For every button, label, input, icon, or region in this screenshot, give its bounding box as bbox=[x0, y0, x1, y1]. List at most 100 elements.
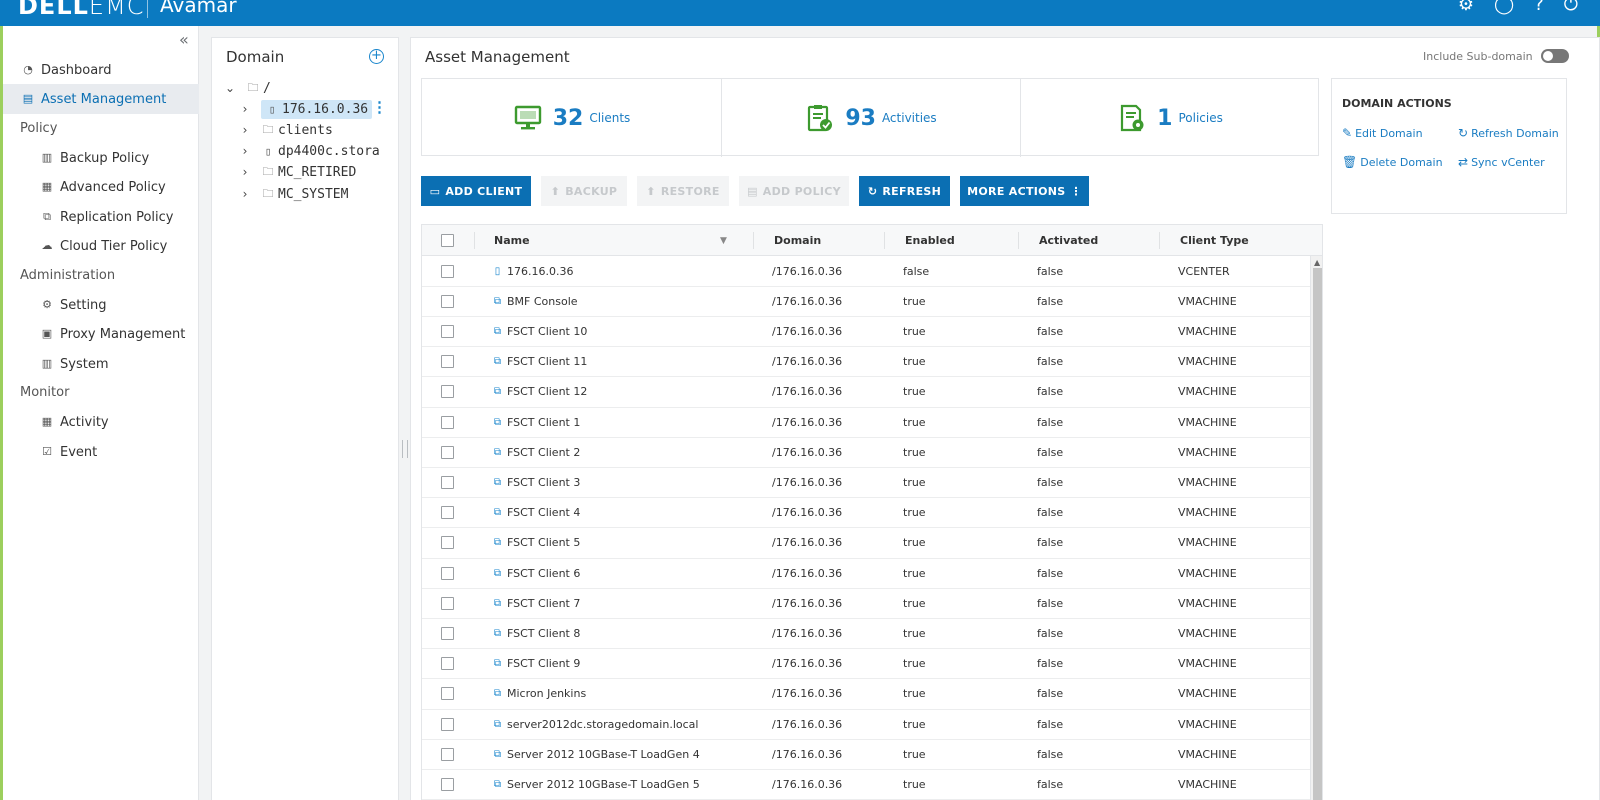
row-checkbox[interactable] bbox=[441, 687, 454, 701]
cell-name-text[interactable]: FSCT Client 4 bbox=[507, 506, 580, 519]
row-checkbox[interactable] bbox=[441, 385, 454, 399]
nav-item-asset-management[interactable]: ▤ Asset Management bbox=[3, 84, 199, 114]
filter-icon[interactable]: ▼ bbox=[720, 236, 727, 246]
edit-domain-link[interactable]: ✎ Edit Domain bbox=[1342, 126, 1423, 140]
table-row[interactable]: ⧉ FSCT Client 7/176.16.0.36 true false VMACH… bbox=[422, 588, 1310, 619]
row-checkbox[interactable] bbox=[441, 747, 454, 761]
row-checkbox[interactable] bbox=[441, 475, 454, 489]
gear-icon[interactable]: ⚙ bbox=[1458, 0, 1474, 15]
cell-name-text[interactable]: BMF Console bbox=[507, 295, 578, 308]
nav-item-system[interactable]: ▥ System bbox=[3, 349, 199, 379]
column-header-enabled[interactable]: Enabled bbox=[905, 225, 955, 256]
row-checkbox[interactable] bbox=[441, 657, 454, 671]
refresh-domain-link[interactable]: ↻ Refresh Domain bbox=[1458, 126, 1559, 140]
column-header-name[interactable]: Name bbox=[494, 225, 530, 256]
nav-item-proxy-management[interactable]: ▣ Proxy Management bbox=[3, 319, 199, 349]
nav-item-cloud-tier-policy[interactable]: ☁ Cloud Tier Policy bbox=[3, 231, 199, 261]
table-row[interactable]: ⧉ BMF Console/176.16.0.36 true false VMACHIN… bbox=[422, 286, 1310, 317]
add-client-button[interactable]: ▭ ADD CLIENT bbox=[421, 176, 531, 206]
nav-item-setting[interactable]: ⚙ Setting bbox=[3, 290, 199, 320]
cell-name-text[interactable]: FSCT Client 7 bbox=[507, 597, 580, 610]
row-checkbox[interactable] bbox=[441, 717, 454, 731]
sync-vcenter-link[interactable]: ⇄ Sync vCenter bbox=[1458, 155, 1545, 169]
refresh-button[interactable]: ↻ REFRESH bbox=[859, 176, 950, 206]
cell-name-text[interactable]: FSCT Client 3 bbox=[507, 476, 580, 489]
cell-name-text[interactable]: 176.16.0.36 bbox=[507, 265, 573, 278]
scroll-up-arrow-icon[interactable]: ▲ bbox=[1314, 258, 1320, 267]
power-icon[interactable]: ⏻ bbox=[1564, 0, 1578, 15]
add-policy-button[interactable]: ▤ ADD POLICY bbox=[739, 176, 849, 206]
table-row[interactable]: ⧉ Server 2012 10GBase-T LoadGen 4/176.16.… bbox=[422, 739, 1310, 770]
table-row[interactable]: ⧉ Server 2012 10GBase-T LoadGen 5/176.16.… bbox=[422, 769, 1310, 800]
table-row[interactable]: ⧉ Micron Jenkins/176.16.0.36 true false VMAC… bbox=[422, 679, 1310, 710]
row-checkbox[interactable] bbox=[441, 355, 454, 369]
cell-name-text[interactable]: FSCT Client 11 bbox=[507, 355, 587, 368]
table-row[interactable]: ⧉ FSCT Client 1/176.16.0.36 true false VMACH… bbox=[422, 407, 1310, 438]
row-checkbox[interactable] bbox=[441, 324, 454, 338]
panel-resize-handle[interactable] bbox=[402, 440, 408, 458]
cell-name-text[interactable]: Server 2012 10GBase-T LoadGen 5 bbox=[507, 778, 700, 791]
tree-node-clients[interactable]: › 🗀 clients bbox=[238, 119, 333, 141]
nav-item-advanced-policy[interactable]: ▦ Advanced Policy bbox=[3, 172, 199, 202]
row-checkbox[interactable] bbox=[441, 777, 454, 791]
nav-item-activity[interactable]: ▦ Activity bbox=[3, 407, 199, 437]
row-checkbox[interactable] bbox=[441, 596, 454, 610]
row-checkbox[interactable] bbox=[441, 536, 454, 550]
stat-clients[interactable]: 32 Clients bbox=[422, 79, 721, 157]
delete-domain-link[interactable]: 🗑 Delete Domain bbox=[1342, 155, 1443, 169]
table-row[interactable]: ⧉ FSCT Client 6/176.16.0.36 true false VMACH… bbox=[422, 558, 1310, 589]
cell-name-text[interactable]: FSCT Client 9 bbox=[507, 657, 580, 670]
chevron-right-icon[interactable]: › bbox=[238, 165, 252, 179]
chevron-down-icon[interactable]: ⌄ bbox=[223, 81, 237, 95]
table-row[interactable]: ⧉ FSCT Client 12/176.16.0.36 true false VMAC… bbox=[422, 377, 1310, 408]
tree-node-selected-highlight[interactable]: ▯ 176.16.0.36 bbox=[261, 99, 373, 119]
stat-policies[interactable]: 1 Policies bbox=[1020, 79, 1319, 157]
row-checkbox[interactable] bbox=[441, 445, 454, 459]
include-subdomain-toggle[interactable] bbox=[1540, 49, 1569, 63]
nav-item-replication-policy[interactable]: ⧉ Replication Policy bbox=[3, 202, 199, 232]
row-checkbox[interactable] bbox=[441, 294, 454, 308]
stat-activities[interactable]: 93 Activities bbox=[721, 79, 1020, 157]
table-row[interactable]: ⧉ FSCT Client 5/176.16.0.36 true false VMACH… bbox=[422, 528, 1310, 559]
double-chevron-left-icon[interactable]: « bbox=[179, 30, 189, 49]
chevron-right-icon[interactable]: › bbox=[238, 102, 252, 116]
table-row[interactable]: ⧉ FSCT Client 11/176.16.0.36 true false VMAC… bbox=[422, 347, 1310, 378]
chevron-right-icon[interactable]: › bbox=[238, 187, 252, 201]
column-header-client-type[interactable]: Client Type bbox=[1180, 225, 1249, 256]
tree-node-dp4400c[interactable]: › ▯ dp4400c.stora bbox=[238, 140, 380, 162]
user-icon[interactable]: ◯ bbox=[1494, 0, 1514, 15]
column-header-domain[interactable]: Domain bbox=[774, 225, 821, 256]
column-header-activated[interactable]: Activated bbox=[1039, 225, 1098, 256]
table-row[interactable]: ⧉ server2012dc.storagedomain.local/176.16… bbox=[422, 709, 1310, 740]
tree-node-mc-retired[interactable]: › 🗀 MC_RETIRED bbox=[238, 161, 357, 183]
cell-name-text[interactable]: server2012dc.storagedomain.local bbox=[507, 718, 698, 731]
cell-name-text[interactable]: FSCT Client 6 bbox=[507, 567, 580, 580]
restore-button[interactable]: ⬆ RESTORE bbox=[637, 176, 729, 206]
nav-item-dashboard[interactable]: ◔ Dashboard bbox=[3, 55, 199, 85]
table-row[interactable]: ⧉ FSCT Client 8/176.16.0.36 true false VMACH… bbox=[422, 618, 1310, 650]
nav-item-event[interactable]: ☑ Event bbox=[3, 437, 199, 467]
cell-name-text[interactable]: FSCT Client 5 bbox=[507, 536, 580, 549]
tree-root[interactable]: ⌄ 🗀 / bbox=[223, 77, 271, 99]
cell-name-text[interactable]: FSCT Client 8 bbox=[507, 627, 580, 640]
table-row[interactable]: ⧉ FSCT Client 2/176.16.0.36 true false VMACH… bbox=[422, 437, 1310, 468]
row-checkbox[interactable] bbox=[441, 264, 454, 278]
tree-node-mc-system[interactable]: › 🗀 MC_SYSTEM bbox=[238, 183, 349, 205]
scrollbar-thumb[interactable] bbox=[1313, 268, 1322, 800]
select-all-checkbox[interactable] bbox=[441, 234, 454, 247]
kebab-menu-icon[interactable]: ⋮ bbox=[372, 98, 387, 116]
cell-name-text[interactable]: FSCT Client 1 bbox=[507, 416, 580, 429]
chevron-right-icon[interactable]: › bbox=[238, 123, 252, 137]
table-row[interactable]: ⧉ FSCT Client 9/176.16.0.36 true false VMACH… bbox=[422, 649, 1310, 680]
help-icon[interactable]: ? bbox=[1534, 0, 1544, 15]
more-actions-button[interactable]: MORE ACTIONS ⋮ bbox=[960, 176, 1089, 206]
table-row[interactable]: ⧉ FSCT Client 10/176.16.0.36 true false VMAC… bbox=[422, 316, 1310, 348]
cell-name-text[interactable]: Micron Jenkins bbox=[507, 687, 586, 700]
row-checkbox[interactable] bbox=[441, 506, 454, 520]
nav-item-backup-policy[interactable]: ▥ Backup Policy bbox=[3, 143, 199, 173]
cell-name-text[interactable]: FSCT Client 2 bbox=[507, 446, 580, 459]
row-checkbox[interactable] bbox=[441, 415, 454, 429]
backup-button[interactable]: ⬆ BACKUP bbox=[541, 176, 627, 206]
tree-node-176[interactable]: › ▯ 176.16.0.36 ⋮ bbox=[238, 98, 387, 120]
add-domain-plus-icon[interactable]: + bbox=[369, 49, 384, 64]
